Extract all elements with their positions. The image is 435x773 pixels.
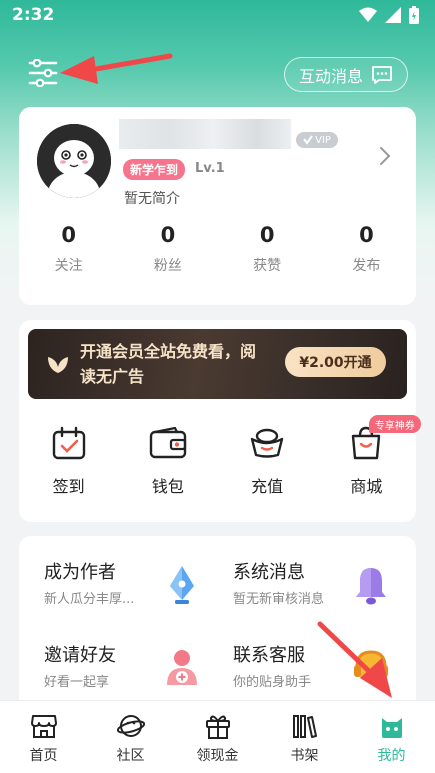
stat-label: 粉丝 xyxy=(153,258,182,274)
vip-badge-label: VIP xyxy=(315,134,331,146)
status-icons xyxy=(359,6,419,24)
quick-action-label: 签到 xyxy=(52,477,85,496)
stat-label: 发布 xyxy=(352,258,381,274)
quick-action-checkin[interactable]: 签到 xyxy=(19,425,118,497)
user-level: Lv.1 xyxy=(195,161,225,176)
gold-ingot-icon xyxy=(250,428,284,458)
user-bio: 暂无简介 xyxy=(124,191,180,207)
tab-mine[interactable]: 我的 xyxy=(348,701,435,773)
wifi-icon xyxy=(359,7,377,22)
annotation-arrow xyxy=(317,621,392,698)
settings-button[interactable] xyxy=(26,58,60,88)
service-subtitle: 你的贴身助手 xyxy=(233,675,312,690)
tab-label: 首页 xyxy=(29,748,58,764)
quick-action-recharge[interactable]: 充值 xyxy=(218,425,317,497)
tab-label: 社区 xyxy=(116,748,145,764)
service-subtitle: 暂无新审核消息 xyxy=(233,592,325,607)
battery-icon xyxy=(409,6,419,24)
profile-stats: 0 关注 0 粉丝 0 获赞 0 发布 xyxy=(19,223,416,275)
service-system-messages[interactable]: 系统消息 暂无新审核消息 xyxy=(233,558,423,618)
vip-badge: VIP xyxy=(296,132,338,148)
store-icon xyxy=(30,715,57,738)
interactive-messages-label: 互动消息 xyxy=(298,66,363,86)
vip-banner-text: 开通会员全站免费看，阅读无广告 xyxy=(80,342,257,386)
stat-posts[interactable]: 0 发布 xyxy=(317,223,416,275)
avatar[interactable] xyxy=(37,124,111,198)
calendar-check-icon xyxy=(52,426,85,460)
bell-icon xyxy=(356,568,386,605)
chat-bubble-icon xyxy=(372,65,392,84)
quick-action-label: 商城 xyxy=(350,477,383,496)
wallet-icon xyxy=(149,427,187,459)
status-time: 2:32 xyxy=(12,5,55,25)
pen-nib-icon xyxy=(170,566,194,604)
tab-label: 书架 xyxy=(290,748,319,764)
vip-check-icon xyxy=(303,135,313,145)
annotation-arrow xyxy=(60,53,173,84)
vip-and-actions-card: 开通会员全站免费看，阅读无广告 ¥2.00开通 签到 钱包 充值 专享神券 商城 xyxy=(19,320,421,522)
user-tag: 新学乍到 xyxy=(123,159,186,180)
stat-following[interactable]: 0 关注 xyxy=(19,223,118,275)
service-subtitle: 新人瓜分丰厚... xyxy=(44,592,135,607)
bottom-tab-bar: 首页 社区 领现金 书架 我的 xyxy=(0,700,435,773)
stat-value: 0 xyxy=(259,223,275,247)
tab-bookshelf[interactable]: 书架 xyxy=(261,701,348,773)
service-become-author[interactable]: 成为作者 新人瓜分丰厚... xyxy=(44,558,234,618)
service-title: 系统消息 xyxy=(233,562,305,583)
planet-icon xyxy=(116,715,145,737)
mall-promo-badge: 专享神券 xyxy=(368,415,421,433)
tab-earn-cash[interactable]: 领现金 xyxy=(174,701,261,773)
username-redacted xyxy=(119,119,291,149)
stat-value: 0 xyxy=(359,223,374,247)
chevron-right-icon[interactable] xyxy=(378,145,392,167)
profile-card[interactable]: VIP 新学乍到 Lv.1 暂无简介 0 关注 0 粉丝 0 获赞 0 发布 xyxy=(19,107,416,305)
stat-label: 关注 xyxy=(54,258,83,274)
add-friend-icon xyxy=(167,650,197,685)
service-invite-friends[interactable]: 邀请好友 好看一起享 xyxy=(44,641,234,701)
tab-home[interactable]: 首页 xyxy=(0,701,87,773)
sliders-icon xyxy=(28,59,58,87)
vip-open-button[interactable]: ¥2.00开通 xyxy=(285,347,386,377)
leaf-logo-icon xyxy=(48,357,68,373)
quick-action-label: 钱包 xyxy=(151,477,184,496)
quick-action-wallet[interactable]: 钱包 xyxy=(118,425,217,497)
stat-value: 0 xyxy=(160,223,176,247)
tab-community[interactable]: 社区 xyxy=(87,701,174,773)
bookshelf-icon xyxy=(292,715,317,738)
quick-action-mall[interactable]: 专享神券 商城 xyxy=(317,415,421,497)
service-title: 成为作者 xyxy=(44,562,116,583)
interactive-messages-button[interactable]: 互动消息 xyxy=(284,57,408,92)
signal-icon xyxy=(385,7,401,23)
service-subtitle: 好看一起享 xyxy=(44,675,110,690)
service-title: 联系客服 xyxy=(233,645,305,666)
tab-label: 我的 xyxy=(377,748,406,764)
stat-likes[interactable]: 0 获赞 xyxy=(218,223,317,275)
stat-label: 获赞 xyxy=(253,258,282,274)
gift-icon xyxy=(205,715,230,739)
stat-value: 0 xyxy=(61,223,76,247)
stat-followers[interactable]: 0 粉丝 xyxy=(118,223,217,275)
tab-label: 领现金 xyxy=(196,748,239,764)
profile-mascot-icon xyxy=(381,718,402,738)
vip-banner[interactable]: 开通会员全站免费看，阅读无广告 ¥2.00开通 xyxy=(28,329,407,399)
service-title: 邀请好友 xyxy=(44,645,116,666)
quick-action-label: 充值 xyxy=(251,477,284,496)
panda-avatar-icon xyxy=(37,124,111,198)
status-bar: 2:32 xyxy=(0,0,435,30)
quick-actions: 签到 钱包 充值 专享神券 商城 xyxy=(19,415,421,497)
